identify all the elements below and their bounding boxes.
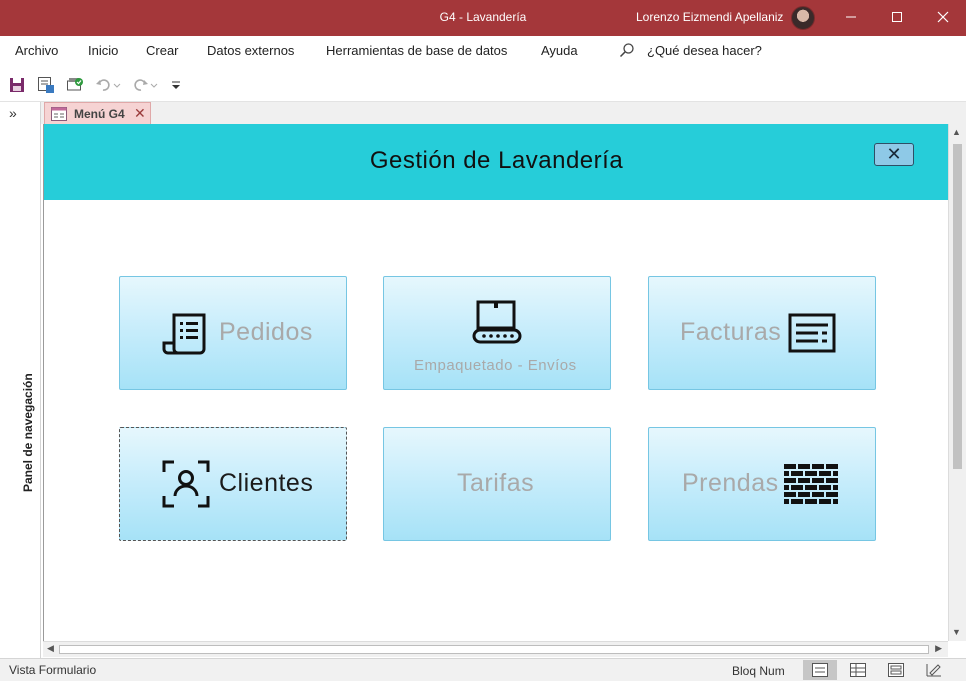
pedidos-label: Pedidos [219, 318, 313, 346]
layout-view-button[interactable] [879, 660, 913, 680]
expand-nav-icon[interactable]: » [9, 105, 17, 121]
status-bar: Vista Formulario Bloq Num [0, 658, 966, 681]
menu-form: Gestión de Lavandería ✕ Pedidos Empaquet… [43, 124, 949, 641]
datasheet-view-button[interactable] [841, 660, 875, 680]
undo-icon[interactable] [95, 76, 113, 94]
menu-crear[interactable]: Crear [146, 43, 179, 58]
empaquetado-button[interactable]: Empaquetado - Envíos [383, 276, 611, 390]
minimize-icon [846, 16, 856, 18]
maximize-button[interactable] [874, 0, 920, 34]
form-close-button[interactable]: ✕ [874, 143, 914, 166]
user-name[interactable]: Lorenzo Eizmendi Apellaniz [636, 10, 783, 24]
menu-datos-externos[interactable]: Datos externos [207, 43, 294, 58]
menu-inicio[interactable]: Inicio [88, 43, 118, 58]
search-icon[interactable] [619, 42, 635, 58]
title-bar: G4 - Lavandería Lorenzo Eizmendi Apellan… [0, 0, 966, 36]
customize-icon[interactable] [170, 76, 182, 94]
nav-pane-label[interactable]: Panel de navegación [21, 373, 35, 492]
conveyor-box-icon [472, 300, 522, 344]
horizontal-scroll-thumb[interactable] [59, 645, 929, 654]
clientes-label: Clientes [219, 469, 314, 497]
redo-dropdown-icon[interactable] [150, 76, 158, 94]
empaquetado-label: Empaquetado - Envíos [414, 357, 577, 374]
facturas-button[interactable]: Facturas [648, 276, 876, 390]
tarifas-button[interactable]: Tarifas [383, 427, 611, 541]
user-frame-icon [162, 460, 210, 508]
navigation-pane: » Panel de navegación [0, 102, 41, 658]
close-icon: ✕ [886, 144, 902, 164]
prendas-label: Prendas [682, 469, 779, 497]
form-view-icon[interactable] [37, 76, 55, 94]
close-icon [937, 11, 949, 23]
scroll-down-icon[interactable]: ▼ [952, 627, 961, 637]
minimize-button[interactable] [828, 0, 874, 34]
form-icon [51, 107, 67, 121]
scroll-right-icon[interactable]: ▶ [935, 643, 942, 654]
datasheet-view-icon [850, 663, 866, 677]
pedidos-button[interactable]: Pedidos [119, 276, 347, 390]
fabric-icon [784, 464, 838, 504]
redo-icon[interactable] [131, 76, 149, 94]
layout-view-icon [888, 663, 904, 677]
view-mode-text: Vista Formulario [9, 663, 97, 677]
vertical-scroll-thumb[interactable] [953, 144, 962, 469]
scroll-up-icon[interactable]: ▲ [952, 127, 961, 137]
vertical-scrollbar[interactable]: ▲ ▼ [948, 124, 966, 641]
quick-access-toolbar [0, 66, 966, 102]
prendas-button[interactable]: Prendas [648, 427, 876, 541]
tab-menu-g4[interactable]: Menú G4 ✕ [44, 102, 151, 125]
form-view-icon [812, 663, 828, 677]
refresh-all-icon[interactable] [66, 76, 84, 94]
form-view-button[interactable] [803, 660, 837, 680]
num-lock-indicator: Bloq Num [732, 664, 785, 678]
tab-close-icon[interactable]: ✕ [134, 105, 146, 122]
horizontal-scrollbar[interactable]: ◀ ▶ [43, 641, 948, 657]
tarifas-label: Tarifas [457, 469, 535, 497]
receipt-icon [162, 313, 206, 355]
avatar[interactable] [791, 6, 815, 30]
save-icon[interactable] [8, 76, 26, 94]
document-tab-strip: Menú G4 ✕ [41, 102, 966, 125]
undo-dropdown-icon[interactable] [113, 76, 121, 94]
menu-archivo[interactable]: Archivo [15, 43, 58, 58]
form-header: Gestión de Lavandería ✕ [44, 124, 949, 200]
tab-label: Menú G4 [74, 107, 125, 121]
menu-ayuda[interactable]: Ayuda [541, 43, 578, 58]
clientes-button[interactable]: Clientes [119, 427, 347, 541]
design-view-button[interactable] [917, 660, 951, 680]
menu-herramientas[interactable]: Herramientas de base de datos [326, 43, 507, 58]
design-view-icon [926, 664, 941, 677]
form-title: Gestión de Lavandería [369, 147, 624, 174]
tell-me-input[interactable]: ¿Qué desea hacer? [647, 43, 762, 58]
close-window-button[interactable] [920, 0, 966, 34]
maximize-icon [892, 12, 902, 22]
menu-bar: Archivo Inicio Crear Datos externos Herr… [0, 36, 966, 66]
invoice-icon [788, 313, 836, 353]
scroll-left-icon[interactable]: ◀ [47, 643, 54, 654]
window-title: G4 - Lavandería [439, 10, 527, 24]
facturas-label: Facturas [680, 318, 782, 346]
